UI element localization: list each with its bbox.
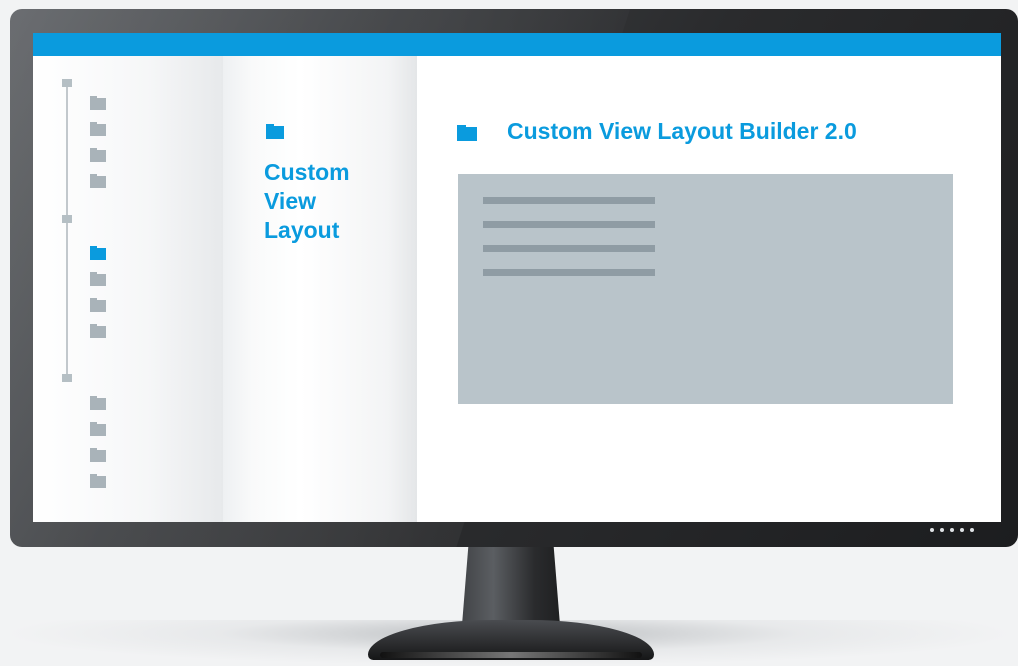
folder-icon[interactable] xyxy=(90,174,106,188)
panel-title-line: Layout xyxy=(264,217,340,243)
folder-icon[interactable] xyxy=(90,148,106,162)
screen: Custom View Layout Custom View Layout Bu… xyxy=(33,33,1001,522)
folder-icon[interactable] xyxy=(90,298,106,312)
folder-icon[interactable] xyxy=(90,324,106,338)
indicator-dot xyxy=(950,528,954,532)
panel-title-line: View xyxy=(264,188,316,214)
folder-icon[interactable] xyxy=(90,122,106,136)
folder-icon[interactable] xyxy=(90,448,106,462)
indicator-dots xyxy=(930,528,974,532)
text-line-placeholder xyxy=(483,269,655,276)
folder-icon[interactable] xyxy=(90,272,106,286)
tree-node-icon[interactable] xyxy=(62,374,72,382)
folder-icon[interactable] xyxy=(90,422,106,436)
tree-node-icon[interactable] xyxy=(62,79,72,87)
text-line-placeholder xyxy=(483,245,655,252)
sidebar-tree xyxy=(33,56,223,522)
text-line-placeholder xyxy=(483,197,655,204)
panel-title-line: Custom xyxy=(264,159,350,185)
monitor-stand-highlight xyxy=(380,652,642,658)
indicator-dot xyxy=(940,528,944,532)
main-panel: Custom View Layout Builder 2.0 xyxy=(417,56,1001,522)
folder-icon[interactable] xyxy=(90,396,106,410)
content-placeholder xyxy=(458,174,953,404)
indicator-dot xyxy=(960,528,964,532)
folder-icon xyxy=(266,124,284,139)
tree-connector-line xyxy=(66,82,68,379)
panel-title: Custom View Layout xyxy=(264,158,404,245)
folder-icon xyxy=(457,125,477,141)
page-title: Custom View Layout Builder 2.0 xyxy=(507,118,857,144)
top-bar xyxy=(33,33,1001,56)
folder-icon[interactable] xyxy=(90,474,106,488)
text-line-placeholder xyxy=(483,221,655,228)
monitor-stand-neck xyxy=(461,544,561,632)
tree-node-icon[interactable] xyxy=(62,215,72,223)
indicator-dot xyxy=(930,528,934,532)
indicator-dot xyxy=(970,528,974,532)
folder-icon[interactable] xyxy=(90,246,106,260)
middle-panel: Custom View Layout xyxy=(223,56,417,522)
folder-icon[interactable] xyxy=(90,96,106,110)
